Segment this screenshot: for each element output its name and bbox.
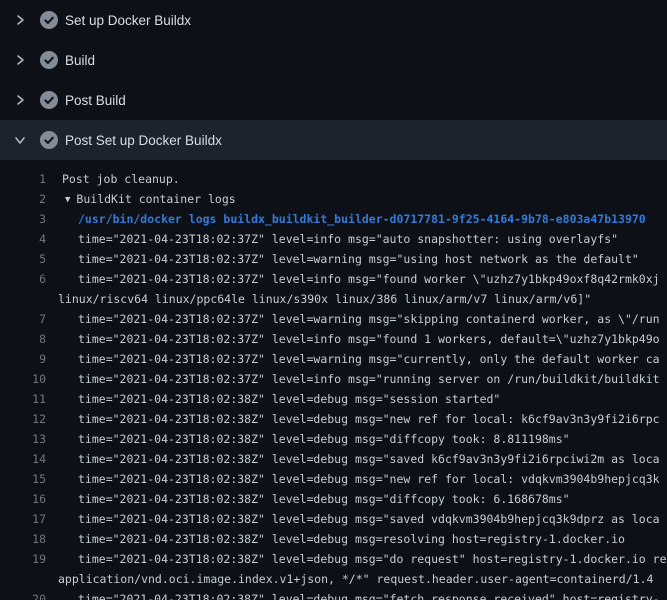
log-line: 17 time="2021-04-23T18:02:38Z" level=deb… <box>0 509 667 529</box>
check-circle-icon <box>40 91 58 109</box>
log-line: linux/riscv64 linux/ppc64le linux/s390x … <box>0 289 667 309</box>
log-line-number[interactable]: 11 <box>0 389 46 409</box>
log-line: 8 time="2021-04-23T18:02:37Z" level=info… <box>0 329 667 349</box>
log-line: 12 time="2021-04-23T18:02:38Z" level=deb… <box>0 409 667 429</box>
chevron-right-icon <box>12 12 28 28</box>
log-line-number[interactable]: 7 <box>0 309 46 329</box>
log-line: 5 time="2021-04-23T18:02:37Z" level=warn… <box>0 249 667 269</box>
log-line: 14 time="2021-04-23T18:02:38Z" level=deb… <box>0 449 667 469</box>
log-line-number[interactable]: 16 <box>0 489 46 509</box>
log-line: 11 time="2021-04-23T18:02:38Z" level=deb… <box>0 389 667 409</box>
log-line: 9 time="2021-04-23T18:02:37Z" level=warn… <box>0 349 667 369</box>
log-line: 4 time="2021-04-23T18:02:37Z" level=info… <box>0 229 667 249</box>
log-line: 7 time="2021-04-23T18:02:37Z" level=warn… <box>0 309 667 329</box>
check-circle-icon <box>40 51 58 69</box>
log-panel: 1 Post job cleanup. 2 ▼BuildKit containe… <box>0 160 667 600</box>
log-line-number[interactable]: 8 <box>0 329 46 349</box>
log-line-text: time="2021-04-23T18:02:38Z" level=debug … <box>58 589 660 600</box>
log-line-number[interactable]: 20 <box>0 589 46 600</box>
log-line-number[interactable]: 18 <box>0 529 46 549</box>
log-line-text: time="2021-04-23T18:02:37Z" level=warnin… <box>58 249 639 269</box>
log-line-text: time="2021-04-23T18:02:37Z" level=warnin… <box>58 349 660 369</box>
log-line-text: /usr/bin/docker logs buildx_buildkit_bui… <box>58 209 646 229</box>
log-line: 10 time="2021-04-23T18:02:37Z" level=inf… <box>0 369 667 389</box>
chevron-right-icon <box>12 52 28 68</box>
log-line-number[interactable]: 6 <box>0 269 46 289</box>
step-label: Post Set up Docker Buildx <box>65 133 222 148</box>
log-line-number[interactable]: 2 <box>0 189 46 209</box>
log-line-number[interactable]: 13 <box>0 429 46 449</box>
chevron-down-icon <box>12 132 28 148</box>
log-line-number[interactable]: 1 <box>0 169 46 189</box>
step-label: Build <box>65 53 95 68</box>
log-line-text: time="2021-04-23T18:02:37Z" level=warnin… <box>58 309 660 329</box>
step-row[interactable]: Post Build <box>0 80 667 120</box>
step-label: Post Build <box>65 93 126 108</box>
workflow-log-viewer: Set up Docker Buildx Build <box>0 0 667 600</box>
log-line-number[interactable]: 3 <box>0 209 46 229</box>
step-row[interactable]: Post Set up Docker Buildx <box>0 120 667 160</box>
log-line-text: Post job cleanup. <box>58 169 180 189</box>
log-line-number[interactable]: 9 <box>0 349 46 369</box>
check-circle-icon <box>40 131 58 149</box>
log-line-text: time="2021-04-23T18:02:37Z" level=info m… <box>58 329 660 349</box>
log-line-number[interactable]: 14 <box>0 449 46 469</box>
log-line: 13 time="2021-04-23T18:02:38Z" level=deb… <box>0 429 667 449</box>
log-line: 16 time="2021-04-23T18:02:38Z" level=deb… <box>0 489 667 509</box>
step-row[interactable]: Build <box>0 40 667 80</box>
log-line: 3 /usr/bin/docker logs buildx_buildkit_b… <box>0 209 667 229</box>
log-line-number[interactable]: 5 <box>0 249 46 269</box>
log-line-text: application/vnd.oci.image.index.v1+json,… <box>58 569 653 589</box>
chevron-right-icon <box>12 92 28 108</box>
log-line-number <box>0 569 46 589</box>
log-line-text: time="2021-04-23T18:02:37Z" level=info m… <box>58 229 618 249</box>
log-line-text: time="2021-04-23T18:02:38Z" level=debug … <box>58 489 570 509</box>
log-line: application/vnd.oci.image.index.v1+json,… <box>0 569 667 589</box>
log-line-number[interactable]: 15 <box>0 469 46 489</box>
log-line-number[interactable]: 17 <box>0 509 46 529</box>
log-line-text: time="2021-04-23T18:02:38Z" level=debug … <box>58 409 660 429</box>
log-line-number <box>0 289 46 309</box>
log-group-toggle[interactable]: ▼BuildKit container logs <box>58 189 236 209</box>
step-row[interactable]: Set up Docker Buildx <box>0 0 667 40</box>
steps-list: Set up Docker Buildx Build <box>0 0 667 160</box>
log-line: 15 time="2021-04-23T18:02:38Z" level=deb… <box>0 469 667 489</box>
log-line-text: time="2021-04-23T18:02:38Z" level=debug … <box>58 429 570 449</box>
log-line: 19 time="2021-04-23T18:02:38Z" level=deb… <box>0 549 667 569</box>
log-line-text: time="2021-04-23T18:02:38Z" level=debug … <box>58 549 667 569</box>
log-line-text: time="2021-04-23T18:02:37Z" level=info m… <box>58 269 660 289</box>
log-line: 18 time="2021-04-23T18:02:38Z" level=deb… <box>0 529 667 549</box>
log-line-text: time="2021-04-23T18:02:37Z" level=info m… <box>58 369 660 389</box>
step-label: Set up Docker Buildx <box>65 13 191 28</box>
log-line: 1 Post job cleanup. <box>0 169 667 189</box>
log-line-text: time="2021-04-23T18:02:38Z" level=debug … <box>58 509 660 529</box>
triangle-down-icon: ▼ <box>65 190 70 210</box>
log-line: 2 ▼BuildKit container logs <box>0 189 667 209</box>
log-line: 20 time="2021-04-23T18:02:38Z" level=deb… <box>0 589 667 600</box>
log-line-text: time="2021-04-23T18:02:38Z" level=debug … <box>58 389 500 409</box>
log-line-text: time="2021-04-23T18:02:38Z" level=debug … <box>58 449 660 469</box>
log-line: 6 time="2021-04-23T18:02:37Z" level=info… <box>0 269 667 289</box>
check-circle-icon <box>40 11 58 29</box>
log-line-number[interactable]: 4 <box>0 229 46 249</box>
log-line-number[interactable]: 19 <box>0 549 46 569</box>
log-line-text: time="2021-04-23T18:02:38Z" level=debug … <box>58 469 660 489</box>
log-line-number[interactable]: 12 <box>0 409 46 429</box>
log-line-text: time="2021-04-23T18:02:38Z" level=debug … <box>58 529 625 549</box>
log-line-number[interactable]: 10 <box>0 369 46 389</box>
log-line-text: linux/riscv64 linux/ppc64le linux/s390x … <box>58 289 591 309</box>
